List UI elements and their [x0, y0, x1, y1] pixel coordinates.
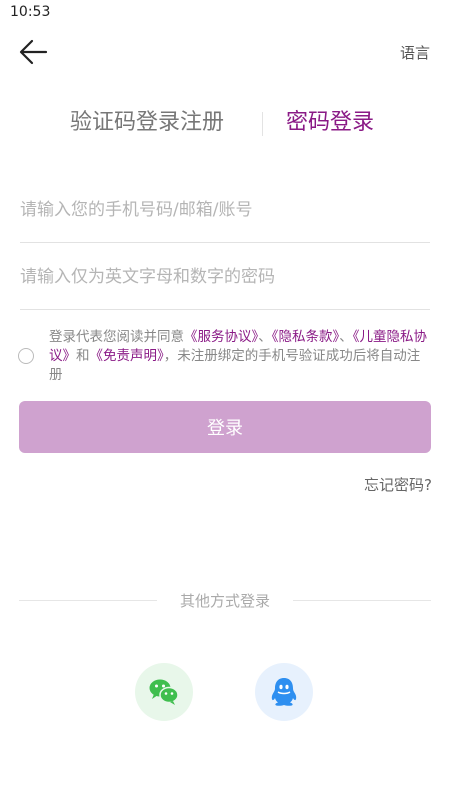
- status-time: 10:53: [10, 4, 51, 20]
- disclaimer-link[interactable]: 《免责声明》: [90, 348, 164, 364]
- wechat-login-button[interactable]: [135, 663, 193, 721]
- account-field: [20, 182, 430, 243]
- divider-right: [293, 600, 431, 601]
- qq-icon: [271, 678, 297, 706]
- service-agreement-link[interactable]: 《服务协议》: [184, 329, 258, 345]
- qq-login-button[interactable]: [255, 663, 313, 721]
- login-tabs: 验证码登录注册 密码登录: [0, 104, 450, 144]
- password-field: [20, 249, 430, 310]
- status-bar: 10:53: [0, 0, 450, 26]
- account-input[interactable]: [20, 182, 430, 238]
- privacy-terms-link[interactable]: 《隐私条款》: [272, 329, 340, 345]
- forgot-password-link[interactable]: 忘记密码?: [364, 474, 432, 495]
- agreement-radio[interactable]: [18, 348, 34, 364]
- tab-sms-login[interactable]: 验证码登录注册: [70, 104, 224, 136]
- back-button[interactable]: [16, 36, 52, 68]
- agreement-prefix: 登录代表您阅读并同意: [49, 329, 184, 345]
- agreement-sep: 、: [339, 329, 353, 345]
- login-button[interactable]: 登录: [19, 401, 431, 453]
- language-button[interactable]: 语言: [400, 42, 430, 63]
- agreement-text: 登录代表您阅读并同意《服务协议》、《隐私条款》、《儿童隐私协议》和《免责声明》，…: [49, 328, 429, 385]
- arrow-left-icon: [19, 39, 48, 65]
- password-input[interactable]: [20, 249, 430, 305]
- wechat-icon: [149, 679, 179, 705]
- agreement-sep: 、: [258, 329, 272, 345]
- tab-divider: [262, 112, 263, 136]
- agreement-and: 和: [76, 348, 90, 364]
- tab-password-login[interactable]: 密码登录: [286, 104, 374, 136]
